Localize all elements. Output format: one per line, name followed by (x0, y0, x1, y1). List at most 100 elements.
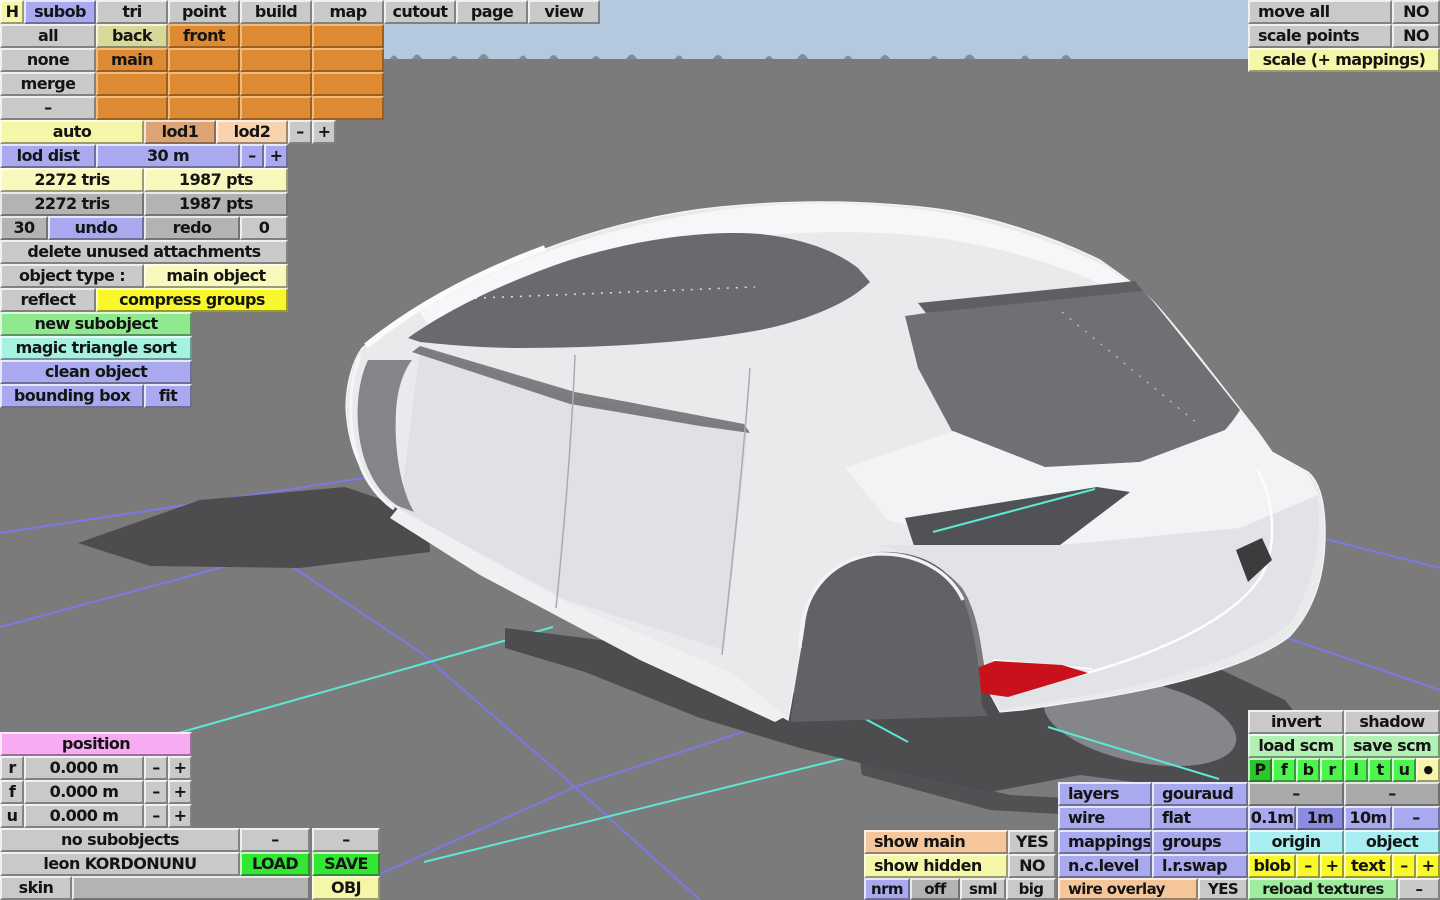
load-scm-button[interactable]: load scm (1248, 734, 1344, 758)
object-type-value[interactable]: main object (144, 264, 288, 288)
reflect-button[interactable]: reflect (0, 288, 96, 312)
blob-plus-button[interactable]: + (1320, 854, 1344, 878)
position-f-minus-button[interactable]: – (144, 780, 168, 804)
select-none-button[interactable]: none (0, 48, 96, 72)
subobject-back-cell[interactable]: back (96, 24, 168, 48)
channel-u-button[interactable]: u (1392, 758, 1416, 782)
model-name-field[interactable]: leon KORDONUNU (0, 852, 240, 876)
text-plus-button[interactable]: + (1416, 854, 1440, 878)
position-f-value[interactable]: 0.000 m (24, 780, 144, 804)
save-button[interactable]: SAVE (312, 852, 380, 876)
tab-page[interactable]: page (456, 0, 528, 24)
lod-dist-minus-button[interactable]: – (240, 144, 264, 168)
lod-dist-plus-button[interactable]: + (264, 144, 288, 168)
reload-textures-button[interactable]: reload textures (1248, 878, 1398, 900)
mappings-button[interactable]: mappings (1058, 830, 1152, 854)
bounding-box-fit-button[interactable]: fit (144, 384, 192, 408)
subobject-grid-cell[interactable] (96, 72, 168, 96)
nrm-off-button[interactable]: off (910, 878, 960, 900)
text-minus-button[interactable]: – (1392, 854, 1416, 878)
lod-minus-button[interactable]: – (288, 120, 312, 144)
show-main-toggle[interactable]: YES (1008, 830, 1056, 854)
grid-10m-button[interactable]: 10m (1344, 806, 1392, 830)
scale-mappings-button[interactable]: scale (+ mappings) (1248, 48, 1440, 72)
export-obj-button[interactable]: OBJ (312, 876, 380, 900)
position-u-plus-button[interactable]: + (168, 804, 192, 828)
nrm-sml-button[interactable]: sml (960, 878, 1006, 900)
subobject-grid-cell[interactable] (312, 96, 384, 120)
channel-P-button[interactable]: P (1248, 758, 1272, 782)
scm-dash-button[interactable]: – (1344, 782, 1440, 806)
subobject-grid-cell[interactable] (240, 96, 312, 120)
nrm-button[interactable]: nrm (864, 878, 910, 900)
tab-map[interactable]: map (312, 0, 384, 24)
position-u-value[interactable]: 0.000 m (24, 804, 144, 828)
scale-points-toggle[interactable]: NO (1392, 24, 1440, 48)
lod-auto-button[interactable]: auto (0, 120, 144, 144)
subobject-grid-cell[interactable] (312, 24, 384, 48)
load-button[interactable]: LOAD (240, 852, 310, 876)
lod-dist-value[interactable]: 30 m (96, 144, 240, 168)
lod-plus-button[interactable]: + (312, 120, 336, 144)
tab-cutout[interactable]: cutout (384, 0, 456, 24)
tab-h[interactable]: H (0, 0, 24, 24)
subobject-front-cell[interactable]: front (168, 24, 240, 48)
subobject-dash-button[interactable]: – (240, 828, 310, 852)
origin-button[interactable]: origin (1248, 830, 1344, 854)
subobject-grid-cell[interactable] (168, 96, 240, 120)
lod2-button[interactable]: lod2 (216, 120, 288, 144)
subobject-grid-cell[interactable] (240, 24, 312, 48)
wire-overlay-toggle[interactable]: YES (1198, 878, 1248, 900)
nc-level-button[interactable]: n.c.level (1058, 854, 1152, 878)
position-r-plus-button[interactable]: + (168, 756, 192, 780)
grid-1m-button[interactable]: 1m (1296, 806, 1344, 830)
subobject-grid-cell[interactable] (312, 48, 384, 72)
channel-l-button[interactable]: l (1344, 758, 1368, 782)
subobject-grid-cell[interactable] (96, 96, 168, 120)
subobject-grid-cell[interactable] (168, 72, 240, 96)
tab-tri[interactable]: tri (96, 0, 168, 24)
tab-point[interactable]: point (168, 0, 240, 24)
groups-button[interactable]: groups (1152, 830, 1248, 854)
undo-button[interactable]: undo (48, 216, 144, 240)
blob-minus-button[interactable]: – (1296, 854, 1320, 878)
clean-object-button[interactable]: clean object (0, 360, 192, 384)
gouraud-button[interactable]: gouraud (1152, 782, 1248, 806)
grid-dash-button[interactable]: – (1392, 806, 1440, 830)
subobject-grid-cell[interactable] (240, 48, 312, 72)
blob-button[interactable]: blob (1248, 854, 1296, 878)
magic-triangle-sort-button[interactable]: magic triangle sort (0, 336, 192, 360)
redo-button[interactable]: redo (144, 216, 240, 240)
subobject-grid-cell[interactable] (240, 72, 312, 96)
compress-groups-button[interactable]: compress groups (96, 288, 288, 312)
channel-r-button[interactable]: r (1320, 758, 1344, 782)
save-scm-button[interactable]: save scm (1344, 734, 1440, 758)
lr-swap-button[interactable]: l.r.swap (1152, 854, 1248, 878)
channel-b-button[interactable]: b (1296, 758, 1320, 782)
new-subobject-button[interactable]: new subobject (0, 312, 192, 336)
reload-dash-button[interactable]: – (1398, 878, 1440, 900)
invert-button[interactable]: invert (1248, 710, 1344, 734)
subobject-dash-button[interactable]: – (312, 828, 380, 852)
lod1-button[interactable]: lod1 (144, 120, 216, 144)
tab-view[interactable]: view (528, 0, 600, 24)
subobject-main-cell[interactable]: main (96, 48, 168, 72)
move-all-toggle[interactable]: NO (1392, 0, 1440, 24)
wire-button[interactable]: wire (1058, 806, 1152, 830)
shadow-button[interactable]: shadow (1344, 710, 1440, 734)
tab-subob[interactable]: subob (24, 0, 96, 24)
object-button[interactable]: object (1344, 830, 1440, 854)
bounding-box-button[interactable]: bounding box (0, 384, 144, 408)
channel-t-button[interactable]: t (1368, 758, 1392, 782)
merge-button[interactable]: merge (0, 72, 96, 96)
position-u-minus-button[interactable]: – (144, 804, 168, 828)
flat-button[interactable]: flat (1152, 806, 1248, 830)
position-r-value[interactable]: 0.000 m (24, 756, 144, 780)
layers-button[interactable]: layers (1058, 782, 1152, 806)
position-r-minus-button[interactable]: – (144, 756, 168, 780)
grid-01m-button[interactable]: 0.1m (1248, 806, 1296, 830)
select-all-button[interactable]: all (0, 24, 96, 48)
nrm-big-button[interactable]: big (1006, 878, 1056, 900)
channel-f-button[interactable]: f (1272, 758, 1296, 782)
delete-unused-attachments-button[interactable]: delete unused attachments (0, 240, 288, 264)
